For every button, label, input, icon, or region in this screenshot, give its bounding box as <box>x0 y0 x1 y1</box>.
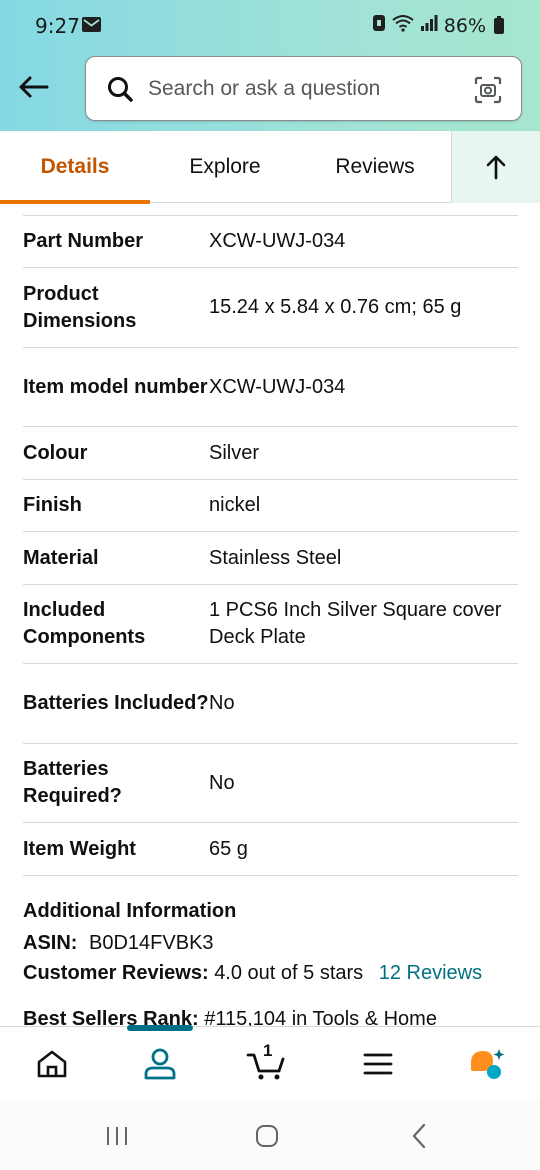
customer-reviews-value: 4.0 out of 5 stars <box>214 962 364 984</box>
spec-value: Silver <box>209 441 260 464</box>
rufus-assistant-icon <box>471 1048 505 1079</box>
spec-row: Batteries Included? No <box>23 664 518 744</box>
reviews-count: 12 <box>378 962 401 984</box>
tab-reviews[interactable]: Reviews <box>300 131 450 203</box>
spec-value: XCW-UWJ-034 <box>209 230 346 252</box>
search-input[interactable] <box>148 76 458 101</box>
spec-value: 1 PCS6 Inch Silver Square cover Deck Pla… <box>209 599 502 648</box>
search-icon <box>108 76 133 102</box>
spec-key: Colour <box>23 441 88 464</box>
mail-notification-icon <box>82 17 101 32</box>
app-header: 9:27 86% <box>0 0 540 131</box>
nfc-icon <box>372 14 386 37</box>
scroll-to-top-button[interactable] <box>451 131 540 203</box>
best-sellers-value: #115,104 in Tools & Home <box>204 1008 437 1026</box>
cart-count: 1 <box>263 1041 273 1060</box>
spec-key: Material <box>23 546 99 569</box>
spec-row: Material Stainless Steel <box>23 532 518 585</box>
product-details-content: Part Number XCW-UWJ-034 Product Dimensio… <box>0 203 540 1026</box>
spec-key: Part Number <box>23 230 144 252</box>
home-system-button[interactable] <box>247 1119 287 1153</box>
nav-menu[interactable] <box>343 1027 413 1100</box>
recent-apps-icon <box>107 1127 127 1145</box>
reviews-link-label: Reviews <box>406 962 483 984</box>
additional-information: Additional Information ASIN: B0D14FVBK3 … <box>23 896 518 1026</box>
reviews-link[interactable]: 12 Reviews <box>379 962 482 984</box>
battery-percentage: 86% <box>443 14 486 37</box>
wifi-icon <box>392 14 414 37</box>
spec-row: Part Number XCW-UWJ-034 <box>23 216 518 268</box>
tab-explore[interactable]: Explore <box>150 131 300 203</box>
spec-key: Product Dimensions <box>23 282 137 332</box>
tab-details[interactable]: Details <box>0 131 150 204</box>
status-bar: 9:27 86% <box>0 0 540 50</box>
home-icon <box>37 1050 67 1077</box>
tab-details-label: Details <box>40 155 110 178</box>
nav-cart[interactable]: 1 <box>232 1027 302 1100</box>
nav-account[interactable] <box>125 1027 195 1100</box>
arrow-up-icon <box>486 155 506 180</box>
tab-explore-label: Explore <box>189 155 261 178</box>
spec-value: 65 g <box>209 837 248 860</box>
spec-value: No <box>209 771 235 794</box>
spec-value: No <box>209 692 235 714</box>
spec-value: XCW-UWJ-034 <box>209 375 346 398</box>
customer-reviews-line: Customer Reviews: 4.0 out of 5 stars 12 … <box>23 958 518 988</box>
best-sellers-label: Best Sellers Rank: <box>23 1008 199 1026</box>
search-box[interactable] <box>85 56 522 121</box>
signal-icon <box>420 14 438 37</box>
spec-key: Finish <box>23 494 82 516</box>
spec-value: Stainless Steel <box>209 546 342 569</box>
spec-value: 15.24 x 5.84 x 0.76 cm; 65 g <box>209 296 462 318</box>
spec-key: Batteries Included? <box>23 692 209 714</box>
spec-value: nickel <box>209 494 261 516</box>
spec-row: Colour Silver <box>23 427 518 480</box>
camera-scan-icon[interactable] <box>473 75 503 105</box>
spec-key: Item Weight <box>23 837 136 860</box>
recent-apps-button[interactable] <box>97 1119 137 1153</box>
status-time: 9:27 <box>35 14 80 38</box>
spec-row: Product Dimensions 15.24 x 5.84 x 0.76 c… <box>23 268 518 348</box>
spec-row: Item Weight 65 g <box>23 823 518 876</box>
battery-icon <box>494 15 504 34</box>
spec-table: Part Number XCW-UWJ-034 Product Dimensio… <box>23 215 518 876</box>
spec-key: Item model number <box>23 375 208 398</box>
spec-row: Finish nickel <box>23 480 518 532</box>
customer-reviews-label: Customer Reviews: <box>23 962 209 984</box>
spec-row: Item model number XCW-UWJ-034 <box>23 348 518 427</box>
hamburger-menu-icon <box>363 1053 393 1074</box>
person-icon <box>144 1048 176 1079</box>
back-button[interactable] <box>14 68 52 106</box>
spec-row: Included Components 1 PCS6 Inch Silver S… <box>23 585 518 664</box>
nav-rufus[interactable] <box>452 1027 522 1100</box>
section-tabs: Details Explore Reviews <box>0 131 540 204</box>
system-navigation-bar <box>0 1099 540 1170</box>
asin-value: B0D14FVBK3 <box>89 932 214 954</box>
status-icons: 86% <box>372 14 504 37</box>
tab-reviews-label: Reviews <box>335 155 415 178</box>
nav-home[interactable] <box>17 1027 87 1100</box>
bottom-navigation: 1 <box>0 1025 540 1100</box>
additional-info-title: Additional Information <box>23 900 237 922</box>
spec-key: Batteries Required? <box>23 758 122 807</box>
system-back-button[interactable] <box>399 1119 439 1153</box>
best-sellers-line: Best Sellers Rank: #115,104 in Tools & H… <box>23 1004 518 1026</box>
asin-line: ASIN: B0D14FVBK3 <box>23 928 518 958</box>
spec-row: Batteries Required? No <box>23 744 518 823</box>
asin-label: ASIN: <box>23 932 78 954</box>
spec-key: Included Components <box>23 599 146 648</box>
home-circle-icon <box>256 1125 278 1147</box>
arrow-left-icon <box>19 76 49 98</box>
chevron-left-icon <box>412 1123 426 1149</box>
